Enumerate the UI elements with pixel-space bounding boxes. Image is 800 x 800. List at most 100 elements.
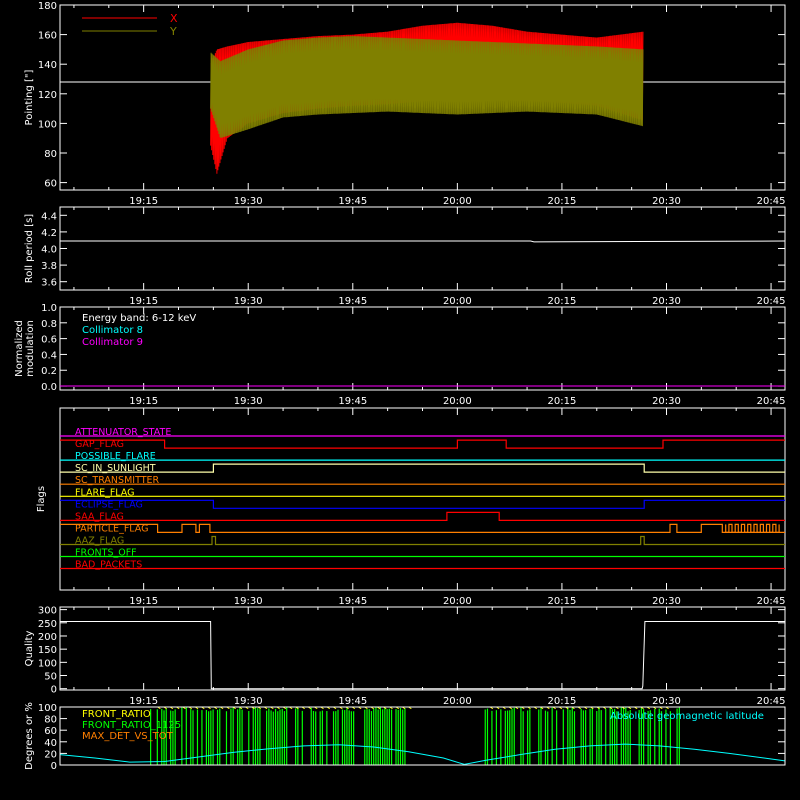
x-tick-label: 20:00	[443, 696, 472, 707]
y-tick-label: 180	[38, 1, 57, 12]
flag-line-gap-flag	[60, 439, 785, 449]
x-tick-label: 19:45	[338, 196, 367, 207]
y-tick-label: 120	[38, 90, 57, 101]
y-tick-label: 60	[44, 179, 57, 190]
x-tick-label: 20:00	[443, 396, 472, 407]
x-tick-label: 19:15	[129, 696, 158, 707]
x-tick-label: 20:30	[652, 596, 681, 607]
x-tick-label: 19:30	[234, 696, 263, 707]
y-tick-label: 80	[44, 149, 57, 160]
y-tick-label: 50	[44, 672, 57, 683]
y-tick-label: 250	[38, 619, 57, 630]
flag-line-particle-flag	[60, 523, 785, 534]
ratios-legend-1: FRONT_RATIO_1125	[82, 720, 181, 731]
x-tick-label: 20:00	[443, 296, 472, 307]
ratios-legend-0: FRONT_RATIO	[82, 709, 151, 720]
x-tick-label: 20:15	[548, 296, 577, 307]
y-axis-label-line: modulation	[25, 320, 36, 377]
x-tick-label: 19:45	[338, 596, 367, 607]
flag-line-particle-flag-burst	[725, 523, 780, 534]
x-tick-label: 19:15	[129, 196, 158, 207]
y-tick-label: 20	[44, 749, 57, 760]
y-tick-label: 150	[38, 645, 57, 656]
y-tick-label: 4.0	[41, 245, 57, 256]
x-tick-label: 19:30	[234, 596, 263, 607]
roll-period-line	[60, 240, 786, 243]
flag-line-eclipse-flag	[60, 499, 785, 509]
y-tick-label: 160	[38, 31, 57, 42]
x-tick-label: 20:45	[757, 596, 786, 607]
y-axis-label: Flags	[36, 486, 47, 512]
plot-frame	[59, 606, 786, 691]
x-tick-label: 19:45	[338, 396, 367, 407]
x-tick-label: 20:45	[757, 296, 786, 307]
ratios-panel: 020406080100Degrees or % FRONT_RATIOFRONT…	[24, 702, 786, 772]
y-axis-label: Normalizedmodulation	[14, 320, 36, 377]
y-tick-label: 100	[38, 658, 57, 669]
y-tick-label: 0	[51, 685, 57, 696]
x-tick-label: 20:45	[757, 696, 786, 707]
y-tick-label: 0.8	[41, 319, 57, 330]
y-axis-label: Degrees or %	[24, 702, 35, 770]
pointing-panel: 60 80 100 120 140 160 180 19:15 19:30 19:45 20:00 2…	[24, 1, 786, 207]
x-tick-label: 20:15	[548, 396, 577, 407]
y-axis-label-line: Normalized	[14, 320, 25, 377]
flag-label-particle-flag: PARTICLE_FLAG	[75, 523, 148, 534]
x-tick-label: 20:00	[443, 596, 472, 607]
y-tick-label: 60	[44, 726, 57, 737]
quality-line	[60, 621, 785, 690]
plot-frame	[59, 206, 786, 291]
modulation-legend-2: Collimator 9	[82, 337, 143, 348]
flag-line-aaz-flag	[60, 535, 785, 546]
flag-line-sc-in-sunlight	[60, 463, 785, 473]
lightcurve-figure: 608010012014016018019:15 19:30 19:45 20:00 2…	[14, 1, 786, 772]
front-ratio-1125-bars-0	[150, 707, 406, 765]
modulation-legend-1: Collimator 8	[82, 325, 143, 336]
x-tick-label: 20:15	[548, 596, 577, 607]
x-tick-label: 19:30	[234, 396, 263, 407]
modulation-legend-0: Energy band: 6-12 keV	[82, 313, 196, 324]
y-tick-label: 0.0	[41, 382, 57, 393]
y-tick-label: 0.6	[41, 335, 57, 346]
y-tick-label: 80	[44, 715, 57, 726]
x-tick-label: 20:45	[757, 196, 786, 207]
legend-label-y: Y	[169, 25, 177, 38]
y-tick-label: 40	[44, 738, 57, 749]
flag-line-saa-flag	[60, 511, 785, 522]
roll-period-panel: 3.6 3.8 4.0 4.2 4.4 19:15 19:30 19:45 20:00 20:15…	[24, 206, 786, 307]
geomagnetic-latitude-line	[59, 743, 786, 765]
modulation-panel: 0.0 0.2 0.4 0.6 0.8 1.0 19:15 19:30 19:45 20:00 20…	[14, 303, 786, 407]
x-tick-label: 19:15	[129, 296, 158, 307]
x-tick-label: 20:30	[652, 396, 681, 407]
quality-panel: 0 50 100 150 200 250 300 19:15 19:30 19:45 20:00 20…	[24, 606, 786, 707]
x-tick-label: 20:30	[652, 696, 681, 707]
y-tick-label: 100	[38, 703, 57, 714]
y-axis-label: Pointing ["]	[24, 69, 35, 125]
y-tick-label: 3.8	[41, 261, 57, 272]
x-tick-label: 20:00	[443, 196, 472, 207]
x-tick-label: 19:45	[338, 296, 367, 307]
y-tick-label: 1.0	[41, 303, 57, 314]
y-tick-label: 140	[38, 60, 57, 71]
flag-label-eclipse-flag: ECLIPSE_FLAG	[75, 499, 143, 510]
ratios-legend-2: MAX_DET_VS_TOT	[82, 731, 174, 742]
x-tick-label: 20:30	[652, 196, 681, 207]
x-tick-label: 19:15	[129, 396, 158, 407]
y-tick-label: 4.4	[41, 211, 57, 222]
y-tick-label: 4.2	[41, 228, 57, 239]
y-tick-label: 0.2	[41, 366, 57, 377]
y-tick-label: 200	[38, 632, 57, 643]
x-tick-label: 19:30	[234, 196, 263, 207]
x-tick-label: 19:15	[129, 596, 158, 607]
legend-label-x: X	[170, 12, 178, 25]
x-tick-label: 20:15	[548, 196, 577, 207]
y-tick-label: 3.6	[41, 278, 57, 289]
y-tick-label: 300	[38, 606, 57, 617]
ratios-legend-3: Absolute geomagnetic latitude	[610, 711, 764, 722]
x-tick-label: 19:45	[338, 696, 367, 707]
y-tick-label: 0.4	[41, 350, 57, 361]
flags-panel: 19:15 19:30 19:45 20:00 20:15 20:30 20:45 Flags…	[36, 407, 786, 607]
y-tick-label: 0	[51, 761, 57, 772]
x-tick-label: 19:30	[234, 296, 263, 307]
x-tick-label: 20:15	[548, 696, 577, 707]
